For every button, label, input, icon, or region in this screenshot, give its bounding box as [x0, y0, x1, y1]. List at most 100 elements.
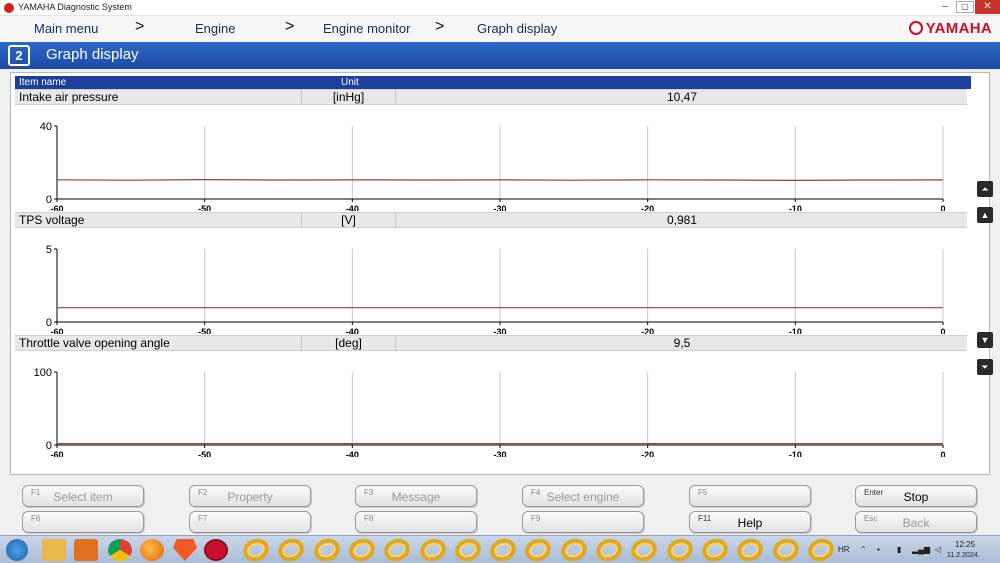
fkey-select-item-button[interactable]: F1 Select item: [22, 485, 144, 507]
file-explorer-icon[interactable]: [42, 539, 66, 561]
fkey-message-button[interactable]: F3 Message: [355, 485, 477, 507]
column-header-unit: Unit: [341, 77, 359, 88]
item-name: TPS voltage: [19, 213, 85, 227]
y-tick-label: 5: [46, 244, 52, 256]
fkey-f7-button[interactable]: F7: [189, 511, 311, 533]
item-unit: [inHg]: [301, 90, 396, 105]
battery-icon[interactable]: ▮: [897, 545, 901, 554]
taskbar-app-ring-icon[interactable]: [381, 535, 414, 563]
taskbar-app-ring-icon[interactable]: [522, 535, 555, 563]
x-tick-label: -20: [641, 204, 654, 211]
scroll-up-button[interactable]: ▲: [977, 207, 993, 223]
x-tick-label: -30: [493, 204, 506, 211]
fkey-select-engine-button[interactable]: F4 Select engine: [522, 485, 644, 507]
taskbar-app-ring-icon[interactable]: [416, 535, 449, 563]
taskbar-app-ring-icon[interactable]: [557, 535, 590, 563]
breadcrumb: Main menu > Engine > Engine monitor > Gr…: [0, 16, 1000, 42]
taskbar-app-ring-icon[interactable]: [734, 535, 767, 563]
tray-expand-icon[interactable]: ⌃: [860, 545, 867, 554]
clock-date[interactable]: 11.2.2024.: [947, 552, 980, 559]
fkey-label: Back: [902, 516, 930, 530]
scroll-top-button[interactable]: ⏶: [977, 181, 993, 197]
fkey-label: Select item: [53, 490, 113, 504]
line-chart: 50-60-50-40-30-20-100sec: [46, 244, 946, 334]
firefox-icon[interactable]: [140, 539, 164, 561]
x-tick-label: -10: [789, 204, 802, 211]
x-tick-label: -20: [641, 450, 654, 457]
window-title: YAMAHA Diagnostic System: [18, 2, 132, 12]
graph-item-row[interactable]: Intake air pressure [inHg] 10,47: [15, 89, 967, 105]
x-tick-label: -60: [50, 450, 63, 457]
graph-display-icon: 2: [8, 45, 30, 66]
breadcrumb-engine-monitor[interactable]: Engine monitor: [323, 21, 410, 36]
page-title: Graph display: [46, 46, 139, 63]
clock-time[interactable]: 12:25: [955, 540, 975, 549]
breadcrumb-separator: >: [285, 18, 295, 35]
taskbar-app-ring-icon[interactable]: [769, 535, 802, 563]
x-tick-label: -60: [50, 327, 63, 334]
taskbar-app-ring-icon[interactable]: [698, 535, 731, 563]
yamaha-app-icon: [4, 3, 14, 13]
x-tick-label: 0: [940, 450, 945, 457]
fkey-stop-button[interactable]: Enter Stop: [855, 485, 977, 507]
taskbar-app-ring-icon[interactable]: [593, 535, 625, 563]
window-titlebar: YAMAHA Diagnostic System – ▢ ✕: [0, 0, 1000, 16]
windows-taskbar: HR ⌃ ▪ ▮ ▂▄▆ ◁ 12:25 11.2.2024.: [0, 535, 1000, 563]
fkey-f6-button[interactable]: F6: [22, 511, 144, 533]
start-button-icon[interactable]: [6, 539, 28, 561]
signal-icon[interactable]: ▂▄▆: [912, 545, 930, 554]
maximize-button[interactable]: ▢: [956, 1, 974, 13]
fkey-property-button[interactable]: F2 Property: [189, 485, 311, 507]
media-player-icon[interactable]: [74, 539, 98, 561]
fkey-help-button[interactable]: F11 Help: [689, 511, 811, 533]
taskbar-app-ring-icon[interactable]: [345, 535, 378, 563]
y-tick-label: 40: [40, 121, 52, 133]
series-line: [56, 179, 944, 181]
x-tick-label: -40: [346, 204, 359, 211]
language-indicator[interactable]: HR: [838, 545, 850, 554]
x-tick-label: -50: [198, 204, 211, 211]
fkey-shortcut: F9: [531, 514, 541, 523]
item-name: Intake air pressure: [19, 90, 119, 104]
brand-name: YAMAHA: [925, 20, 992, 37]
tuning-fork-logo-icon: [908, 21, 923, 35]
chrome-icon[interactable]: [108, 539, 132, 561]
taskbar-app-ring-icon[interactable]: [451, 535, 484, 563]
breadcrumb-main-menu[interactable]: Main menu: [34, 21, 98, 36]
fkey-shortcut: F5: [698, 488, 708, 497]
fkey-f9-button[interactable]: F9: [522, 511, 644, 533]
taskbar-app-ring-icon[interactable]: [275, 535, 308, 563]
fkey-shortcut: F8: [364, 514, 374, 523]
taskbar-app-ring-icon[interactable]: [628, 535, 661, 563]
brave-icon[interactable]: [173, 539, 197, 561]
close-button[interactable]: ✕: [975, 0, 1000, 14]
graph-panel: Item name Unit Intake air pressure [inHg]…: [10, 72, 993, 475]
x-tick-label: -10: [789, 450, 802, 457]
yamaha-diagnostic-taskbar-icon[interactable]: [204, 539, 228, 561]
x-tick-label: -50: [198, 450, 211, 457]
scroll-bottom-button[interactable]: ⏷: [977, 359, 993, 375]
graph-item-row[interactable]: TPS voltage [V] 0,981: [15, 212, 967, 228]
fkey-label: Property: [227, 490, 273, 504]
x-tick-label: -20: [641, 327, 654, 334]
fkey-f8-button[interactable]: F8: [355, 511, 477, 533]
network-icon[interactable]: ▪: [877, 545, 880, 554]
page-header: 2 Graph display: [0, 42, 1000, 69]
fkey-f5-button[interactable]: F5: [689, 485, 811, 507]
volume-icon[interactable]: ◁: [935, 545, 941, 554]
scroll-down-button[interactable]: ▼: [977, 332, 993, 348]
breadcrumb-engine[interactable]: Engine: [195, 21, 235, 36]
taskbar-app-ring-icon[interactable]: [240, 535, 272, 563]
graph-item-row[interactable]: Throttle valve opening angle [deg] 9,5: [15, 335, 967, 351]
fkey-back-button[interactable]: Esc Back: [855, 511, 977, 533]
fkey-shortcut: F7: [198, 514, 208, 523]
y-tick-label: 100: [34, 367, 52, 379]
minimize-button[interactable]: –: [936, 0, 954, 14]
taskbar-app-ring-icon[interactable]: [310, 535, 343, 563]
taskbar-app-ring-icon[interactable]: [487, 535, 520, 563]
x-tick-label: -30: [493, 327, 506, 334]
x-tick-label: -60: [50, 204, 63, 211]
item-current-value: 9,5: [673, 336, 691, 350]
taskbar-app-ring-icon[interactable]: [804, 535, 837, 563]
taskbar-app-ring-icon[interactable]: [663, 535, 696, 563]
